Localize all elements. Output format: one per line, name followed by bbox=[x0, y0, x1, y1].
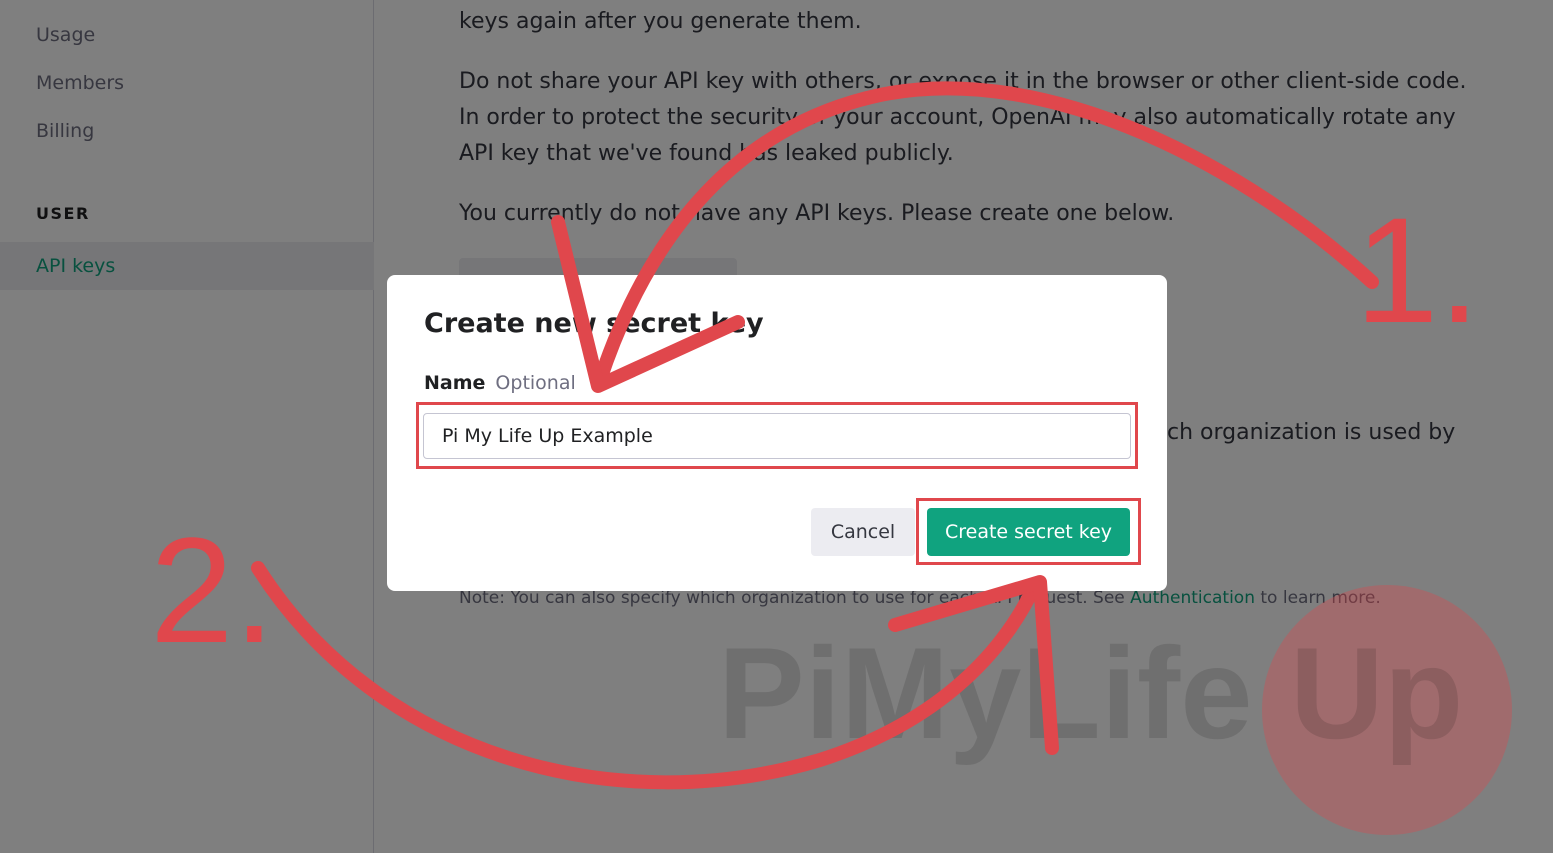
name-field-label: Name Optional bbox=[424, 372, 576, 394]
input-highlight-box bbox=[416, 402, 1138, 469]
step-1-label: 1. bbox=[1355, 186, 1481, 354]
create-secret-key-dialog: Create new secret key Name Optional Cance… bbox=[387, 275, 1167, 591]
watermark-badge-text: Up bbox=[1290, 620, 1464, 766]
optional-label: Optional bbox=[495, 372, 576, 394]
cancel-button[interactable]: Cancel bbox=[811, 508, 915, 556]
step-2-label: 2. bbox=[150, 506, 276, 674]
watermark-text: PiMyLife bbox=[718, 620, 1253, 766]
watermark-logo: PiMyLife bbox=[718, 628, 1253, 758]
dialog-title: Create new secret key bbox=[424, 308, 764, 339]
button-highlight-box bbox=[916, 498, 1141, 565]
name-label: Name bbox=[424, 372, 486, 394]
